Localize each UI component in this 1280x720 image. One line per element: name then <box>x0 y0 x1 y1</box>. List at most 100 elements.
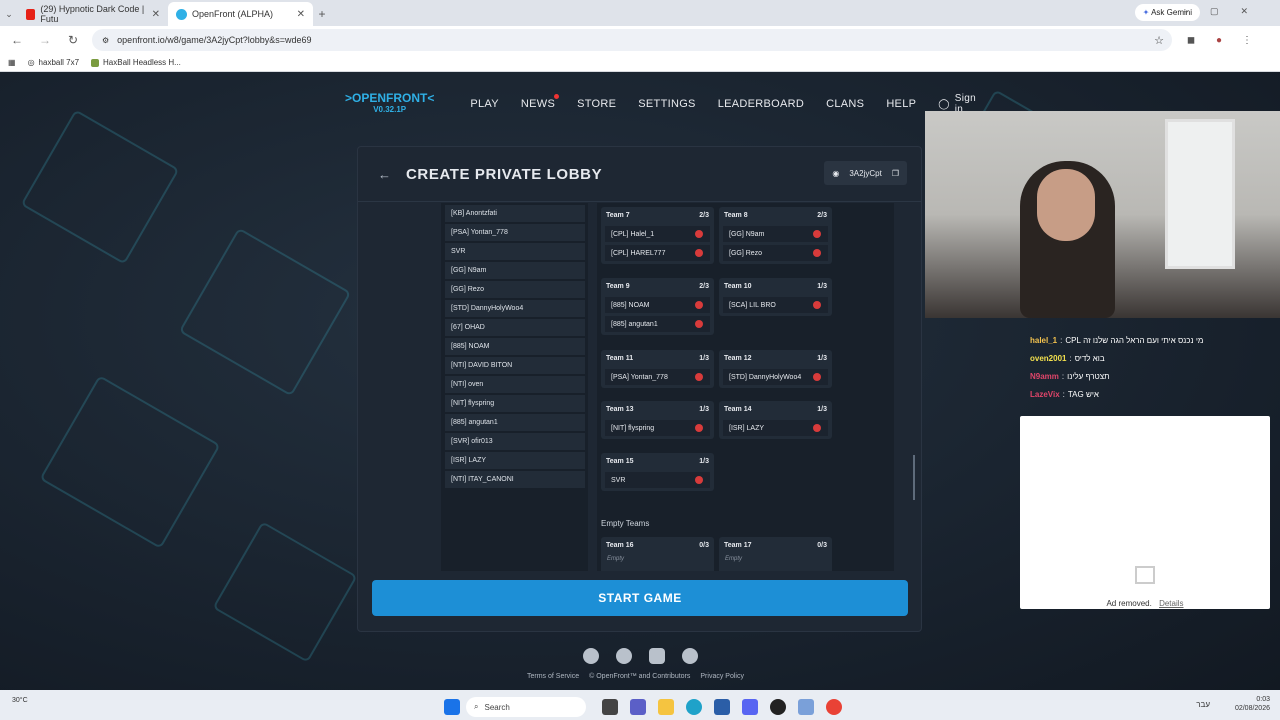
remove-player-icon[interactable] <box>695 301 703 309</box>
nav-help[interactable]: HELP <box>886 98 916 110</box>
bookmark-item[interactable]: ◎ haxball 7x7 <box>28 58 79 67</box>
extension-icon[interactable]: ◼ <box>1182 35 1200 46</box>
details-link[interactable]: Details <box>1159 599 1183 608</box>
window-controls: –▢✕ <box>1182 6 1270 16</box>
player-list-item[interactable]: [NIT] flyspring <box>445 395 585 412</box>
edge-icon[interactable] <box>686 699 702 715</box>
remove-player-icon[interactable] <box>813 249 821 257</box>
eye-icon[interactable]: ◉ <box>832 169 839 178</box>
site-footer: Terms of Service © OpenFront™ and Contri… <box>527 673 744 680</box>
scrollbar[interactable] <box>911 203 917 571</box>
discord-icon[interactable] <box>649 648 665 664</box>
chat-separator: : <box>1062 389 1065 399</box>
teams-icon[interactable] <box>630 699 646 715</box>
site-logo[interactable]: >OPENFRONT< V0.32.1P <box>345 92 434 116</box>
store-icon[interactable] <box>714 699 730 715</box>
team-member: [885] angutan1 <box>605 316 710 332</box>
reload-icon[interactable]: ↻ <box>64 33 82 47</box>
new-tab-button[interactable]: + <box>313 2 331 26</box>
team-member-name: [GG] N9am <box>729 230 765 238</box>
remove-player-icon[interactable] <box>813 373 821 381</box>
player-list-item[interactable]: SVR <box>445 243 585 260</box>
close-tab-icon[interactable]: ✕ <box>152 9 160 20</box>
player-list-item[interactable]: [NTI] DAVID BITON <box>445 357 585 374</box>
back-arrow-icon[interactable]: ← <box>8 33 26 47</box>
tab-list-icon[interactable]: ⌄ <box>0 2 18 26</box>
task-view-icon[interactable] <box>602 699 618 715</box>
chrome-icon[interactable] <box>826 699 842 715</box>
remove-player-icon[interactable] <box>695 230 703 238</box>
address-bar[interactable]: ⚙ openfront.io/w8/game/3A2jyCpt?lobby&s=… <box>92 29 1172 51</box>
remove-player-icon[interactable] <box>813 230 821 238</box>
windows-start-icon[interactable] <box>444 699 460 715</box>
team-member: [885] NOAM <box>605 297 710 313</box>
player-list-item[interactable]: [885] NOAM <box>445 338 585 355</box>
taskbar-clock[interactable]: 0:03 02/08/2026 <box>1235 695 1270 713</box>
remove-player-icon[interactable] <box>695 424 703 432</box>
nav-leaderboard[interactable]: LEADERBOARD <box>718 98 804 110</box>
browser-tab-youtube[interactable]: (29) Hypnotic Dark Code | Futu ✕ <box>18 2 168 26</box>
obs-icon[interactable] <box>770 699 786 715</box>
site-nav: >OPENFRONT< V0.32.1P PLAY NEWS STORE SET… <box>345 86 976 122</box>
player-list-item[interactable]: [885] angutan1 <box>445 414 585 431</box>
file-explorer-icon[interactable] <box>658 699 674 715</box>
chat-message-text: תצטרף עלינו <box>1067 371 1110 381</box>
privacy-link[interactable]: Privacy Policy <box>700 673 744 680</box>
team-card: Team 11 1/3 [PSA] Yontan_778 <box>601 350 714 388</box>
team-count: 1/3 <box>817 283 827 290</box>
copy-icon[interactable]: ❐ <box>892 169 899 178</box>
remove-player-icon[interactable] <box>695 373 703 381</box>
menu-icon[interactable]: ⋮ <box>1238 35 1256 46</box>
globe-icon[interactable] <box>682 648 698 664</box>
remove-player-icon[interactable] <box>813 301 821 309</box>
site-info-icon[interactable]: ⚙ <box>102 36 109 45</box>
browser-tab-openfront[interactable]: OpenFront (ALPHA) ✕ <box>168 2 313 26</box>
team-member-name: [CPL] Halel_1 <box>611 230 655 238</box>
forward-arrow-icon[interactable]: → <box>36 33 54 47</box>
nav-store[interactable]: STORE <box>577 98 616 110</box>
close-tab-icon[interactable]: ✕ <box>297 9 305 20</box>
player-list-item[interactable]: [GG] Rezo <box>445 281 585 298</box>
apps-grid-icon[interactable]: ▦ <box>8 58 16 67</box>
back-arrow-icon[interactable]: ← <box>378 167 391 182</box>
nav-play[interactable]: PLAY <box>470 98 499 110</box>
team-name: Team 9 <box>606 283 630 290</box>
player-list-item[interactable]: [GG] N9am <box>445 262 585 279</box>
discord-icon[interactable] <box>742 699 758 715</box>
remove-player-icon[interactable] <box>813 424 821 432</box>
chat-message: איש TAG: LazeVix <box>1030 385 1280 403</box>
remove-player-icon[interactable] <box>695 476 703 484</box>
player-list-item[interactable]: [SVR] ofir013 <box>445 433 585 450</box>
nav-clans[interactable]: CLANS <box>826 98 864 110</box>
nav-news[interactable]: NEWS <box>521 94 560 110</box>
team-member-name: [ISR] LAZY <box>729 424 765 432</box>
start-game-button[interactable]: START GAME <box>372 580 908 616</box>
team-card: Team 14 1/3 [ISR] LAZY <box>719 401 832 439</box>
terms-link[interactable]: Terms of Service <box>527 673 579 680</box>
scrollbar-thumb[interactable] <box>913 455 915 500</box>
team-count: 1/3 <box>699 406 709 413</box>
profile-avatar-icon[interactable]: ● <box>1210 35 1228 46</box>
weather-widget[interactable]: 30°C <box>12 697 82 704</box>
input-language[interactable]: עבר <box>1196 700 1210 709</box>
player-list-item[interactable]: [67] OHAD <box>445 319 585 336</box>
app-icon[interactable] <box>798 699 814 715</box>
player-list-item[interactable]: [NTI] ITAY_CANONI <box>445 471 585 488</box>
player-list-item[interactable]: [NTI] oven <box>445 376 585 393</box>
bookmark-item[interactable]: HaxBall Headless H... <box>91 58 181 67</box>
nav-settings[interactable]: SETTINGS <box>638 98 695 110</box>
windows-taskbar: 30°C ⌕ Search עבר 0:03 02/08/2026 <box>0 690 1280 720</box>
player-list-item[interactable]: [STD] DannyHolyWoo4 <box>445 300 585 317</box>
taskbar-search[interactable]: ⌕ Search <box>466 697 586 717</box>
team-member: [NIT] flyspring <box>605 420 710 436</box>
player-list-item[interactable]: [ISR] LAZY <box>445 452 585 469</box>
player-list-item[interactable]: [PSA] Yontan_778 <box>445 224 585 241</box>
player-list-item[interactable]: [KB] Anontzfati <box>445 205 585 222</box>
remove-player-icon[interactable] <box>695 249 703 257</box>
bookmark-star-icon[interactable]: ☆ <box>1154 34 1164 47</box>
github-icon[interactable] <box>583 648 599 664</box>
remove-player-icon[interactable] <box>695 320 703 328</box>
team-header: Team 10 1/3 <box>719 278 832 294</box>
reddit-icon[interactable] <box>616 648 632 664</box>
team-header: Team 15 1/3 <box>601 453 714 469</box>
